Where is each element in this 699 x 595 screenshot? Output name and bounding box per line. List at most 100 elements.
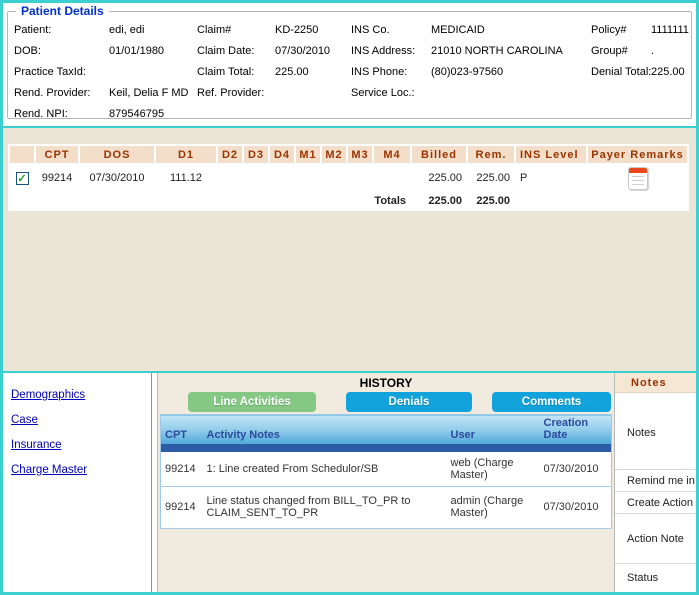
column-header-billed: Billed — [412, 146, 466, 163]
claim-details-window: Patient Details Patient: edi, edi Claim#… — [0, 0, 699, 595]
line-select-checkbox[interactable]: ✓ — [16, 172, 29, 185]
cell-m3 — [348, 165, 372, 191]
label-dob: DOB: — [14, 45, 109, 57]
label-ref-provider: Ref. Provider: — [197, 87, 275, 99]
cell-d1: 111.12 — [156, 165, 216, 191]
label-practice-taxid: Practice TaxId: — [14, 66, 109, 78]
cell-d4 — [270, 165, 294, 191]
claim-lines-table: CPT DOS D1 D2 D3 D4 M1 M2 M3 M4 Billed R… — [8, 144, 689, 211]
sidebar-link-case[interactable]: Case — [11, 414, 151, 426]
column-header-m4: M4 — [374, 146, 410, 163]
history-cell-note: 1: Line created From Schedulor/SB — [203, 452, 447, 486]
claim-lines-section: CPT DOS D1 D2 D3 D4 M1 M2 M3 M4 Billed R… — [3, 128, 696, 371]
column-header-d2: D2 — [218, 146, 242, 163]
history-header-row: CPT Activity Notes User Creation Date — [161, 415, 612, 445]
history-panel: HISTORY Line Activities Denials Comments… — [158, 373, 614, 592]
value-rend-provider: Keil, Delia F MD — [109, 87, 197, 99]
label-notes: Notes — [615, 393, 696, 470]
value-claim-total: 225.00 — [275, 66, 351, 78]
sidebar-link-insurance[interactable]: Insurance — [11, 439, 151, 451]
check-icon: ✓ — [17, 173, 26, 185]
value-ins-co: MEDICAID — [431, 24, 591, 36]
payer-remarks-note-icon[interactable] — [628, 167, 648, 190]
history-row: 99214 1: Line created From Schedulor/SB … — [161, 452, 612, 486]
bottom-section: Demographics Case Insurance Charge Maste… — [3, 373, 696, 592]
label-rend-provider: Rend. Provider: — [14, 87, 109, 99]
label-remind-me-in: Remind me in — [615, 470, 696, 492]
history-cell-date: 07/30/2010 — [540, 486, 612, 528]
cell-dos: 07/30/2010 — [80, 165, 154, 191]
value-ins-phone: (80)023-97560 — [431, 66, 591, 78]
navigation-panel: Demographics Case Insurance Charge Maste… — [3, 373, 151, 592]
label-claim-date: Claim Date: — [197, 45, 275, 57]
value-claim-date: 07/30/2010 — [275, 45, 351, 57]
history-header-bar — [161, 444, 612, 452]
cell-select: ✓ — [10, 165, 34, 191]
cell-rem: 225.00 — [468, 165, 514, 191]
label-claim-total: Claim Total: — [197, 66, 275, 78]
value-ins-address: 21010 NORTH CAROLINA — [431, 45, 591, 57]
claim-header-row: CPT DOS D1 D2 D3 D4 M1 M2 M3 M4 Billed R… — [10, 146, 687, 163]
totals-billed: 225.00 — [412, 193, 466, 209]
label-ins-address: INS Address: — [351, 45, 431, 57]
totals-rem: 225.00 — [468, 193, 514, 209]
history-col-activity-notes: Activity Notes — [203, 415, 447, 445]
tab-comments[interactable]: Comments — [492, 392, 611, 412]
label-ins-co: INS Co. — [351, 24, 431, 36]
sidebar-link-demographics[interactable]: Demographics — [11, 389, 151, 401]
cell-m2 — [322, 165, 346, 191]
totals-empty — [516, 193, 687, 209]
history-cell-cpt: 99214 — [161, 486, 203, 528]
history-cell-user: web (Charge Master) — [447, 452, 540, 486]
column-header-m2: M2 — [322, 146, 346, 163]
label-denial-total: Denial Total: — [591, 66, 651, 78]
vertical-divider — [151, 373, 158, 592]
label-create-action-item: Create Action Item — [615, 492, 696, 514]
sidebar-link-charge-master[interactable]: Charge Master — [11, 464, 151, 476]
value-claim-number: KD-2250 — [275, 24, 351, 36]
cell-billed: 225.00 — [412, 165, 466, 191]
patient-details-panel: Patient Details Patient: edi, edi Claim#… — [3, 3, 696, 126]
label-ins-phone: INS Phone: — [351, 66, 431, 78]
column-header-d1: D1 — [156, 146, 216, 163]
patient-details-title: Patient Details — [16, 4, 109, 18]
column-header-cpt: CPT — [36, 146, 78, 163]
column-header-d3: D3 — [244, 146, 268, 163]
column-header-payer-remarks: Payer Remarks — [588, 146, 687, 163]
label-claim-number: Claim# — [197, 24, 275, 36]
cell-d2 — [218, 165, 242, 191]
claim-totals-row: Totals 225.00 225.00 — [10, 193, 687, 209]
label-status: Status — [615, 564, 696, 592]
claim-line-row: ✓ 99214 07/30/2010 111.12 225.00 225.00 … — [10, 165, 687, 191]
notes-panel: Notes Notes Remind me in Create Action I… — [614, 373, 696, 592]
value-denial-total: 225.00 — [651, 66, 691, 78]
patient-details-fieldset: Patient Details Patient: edi, edi Claim#… — [7, 4, 692, 119]
history-col-creation-date: Creation Date — [540, 415, 612, 445]
label-patient: Patient: — [14, 24, 109, 36]
history-cell-note: Line status changed from BILL_TO_PR to C… — [203, 486, 447, 528]
column-header-d4: D4 — [270, 146, 294, 163]
column-header-m1: M1 — [296, 146, 320, 163]
cell-m4 — [374, 165, 410, 191]
totals-label: Totals — [10, 193, 410, 209]
column-header-m3: M3 — [348, 146, 372, 163]
label-policy-number: Policy# — [591, 24, 651, 36]
value-rend-npi: 879546795 — [109, 108, 197, 120]
tab-line-activities[interactable]: Line Activities — [188, 392, 316, 412]
value-patient: edi, edi — [109, 24, 197, 36]
cell-ins-level: P — [516, 165, 586, 191]
label-group-number: Group# — [591, 45, 651, 57]
history-cell-date: 07/30/2010 — [540, 452, 612, 486]
history-cell-user: admin (Charge Master) — [447, 486, 540, 528]
history-title: HISTORY — [158, 373, 614, 390]
cell-m1 — [296, 165, 320, 191]
tab-denials[interactable]: Denials — [346, 392, 472, 412]
column-header-ins-level: INS Level — [516, 146, 586, 163]
history-col-user: User — [447, 415, 540, 445]
cell-d3 — [244, 165, 268, 191]
column-header-select — [10, 146, 34, 163]
label-rend-npi: Rend. NPI: — [14, 108, 109, 120]
label-service-loc: Service Loc.: — [351, 87, 431, 99]
history-table: CPT Activity Notes User Creation Date 99… — [160, 414, 612, 529]
column-header-dos: DOS — [80, 146, 154, 163]
